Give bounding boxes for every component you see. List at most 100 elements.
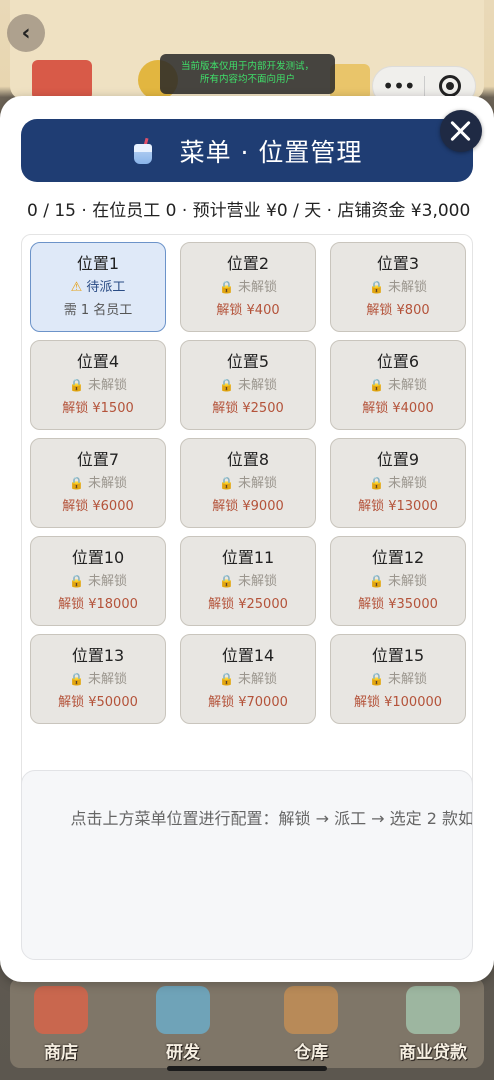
position-slot-11[interactable]: 位置11 🔒 未解锁解锁 ¥25000 bbox=[180, 536, 316, 626]
nav-item-loan[interactable]: 商业贷款 bbox=[388, 978, 478, 1068]
drink-cup-icon bbox=[132, 137, 154, 164]
slot-state-label: 未解锁 bbox=[237, 280, 277, 295]
slot-state-label: 未解锁 bbox=[87, 378, 127, 393]
position-slot-5[interactable]: 位置5 🔒 未解锁 解锁 ¥2500 bbox=[180, 340, 316, 430]
calendar-icon bbox=[32, 60, 92, 100]
slot-name: 位置6 bbox=[376, 352, 420, 371]
slot-state-label: 未解锁 bbox=[87, 672, 127, 687]
lock-icon: 🔒 bbox=[219, 672, 234, 686]
shop-icon bbox=[34, 986, 88, 1034]
slot-unlock-cost: 解锁 ¥4000 bbox=[362, 401, 434, 416]
slot-name: 位置8 bbox=[226, 450, 270, 469]
bottom-nav: 商店 研发 仓库 商业贷款 bbox=[10, 978, 484, 1068]
lock-icon: 🔒 bbox=[369, 476, 384, 490]
slot-name: 位置7 bbox=[76, 450, 120, 469]
slot-unlock-cost: 解锁 ¥2500 bbox=[212, 401, 284, 416]
slot-state: 🔒 未解锁 bbox=[331, 475, 465, 492]
lock-icon: 🔒 bbox=[219, 280, 234, 294]
nav-label: 商店 bbox=[44, 1043, 78, 1063]
close-button[interactable] bbox=[440, 110, 482, 152]
slot-name: 位置14 bbox=[221, 646, 275, 665]
slot-unlock-cost: 解锁 ¥800 bbox=[366, 303, 430, 318]
position-slot-6[interactable]: 位置6 🔒 未解锁解锁 ¥4000 bbox=[330, 340, 466, 430]
dev-notice-line2: 所有内容均不面向用户 bbox=[199, 74, 295, 85]
slot-state: ⚠ 待派工 bbox=[31, 279, 165, 296]
slot-state: 🔒 未解锁 bbox=[31, 377, 165, 394]
hint-text: 点击上方菜单位置进行配置：解锁 → 派工 → 选定 2 款如 bbox=[70, 809, 473, 828]
position-slot-10[interactable]: 位置10 🔒 未解锁 解锁 ¥18000 bbox=[30, 536, 166, 626]
slot-state: 🔒 未解锁 bbox=[181, 671, 315, 688]
slot-unlock-cost: 解锁 ¥18000 bbox=[58, 597, 138, 612]
modal-title: 菜单 · 位置管理 bbox=[179, 137, 363, 167]
position-slot-8[interactable]: 位置8 🔒 未解锁解锁 ¥9000 bbox=[180, 438, 316, 528]
position-grid: 位置1 ⚠ 待派工需 1 名员工 位置2 🔒 未解锁 解锁 ¥400 位置3 🔒 未解锁 解锁 ¥8… bbox=[21, 234, 473, 858]
slot-state-label: 未解锁 bbox=[387, 574, 427, 589]
slot-state: 🔒 未解锁 bbox=[331, 671, 465, 688]
warehouse-boxes-icon bbox=[284, 986, 338, 1034]
slot-name: 位置13 bbox=[71, 646, 125, 665]
slot-state: 🔒 未解锁 bbox=[331, 377, 465, 394]
menu-position-modal: 菜单 · 位置管理 0 / 15 · 在位员工 0 · 预计营业 ¥0 / 天 … bbox=[0, 96, 494, 982]
research-flask-icon bbox=[156, 986, 210, 1034]
position-slot-7[interactable]: 位置7 🔒 未解锁 解锁 ¥6000 bbox=[30, 438, 166, 528]
position-slot-4[interactable]: 位置4 🔒 未解锁 解锁 ¥1500 bbox=[30, 340, 166, 430]
lock-icon: 🔒 bbox=[219, 476, 234, 490]
slot-name: 位置11 bbox=[221, 548, 275, 567]
home-indicator[interactable] bbox=[167, 1066, 327, 1071]
position-slot-1[interactable]: 位置1 ⚠ 待派工需 1 名员工 bbox=[30, 242, 166, 332]
slot-unlock-cost: 解锁 ¥50000 bbox=[58, 695, 138, 710]
slot-name: 位置12 bbox=[371, 548, 425, 567]
slot-state-label: 未解锁 bbox=[237, 672, 277, 687]
nav-item-shop[interactable]: 商店 bbox=[16, 978, 106, 1068]
slot-state: 🔒 未解锁 bbox=[181, 475, 315, 492]
back-button[interactable]: ‹ bbox=[7, 14, 45, 52]
slot-name: 位置1 bbox=[76, 254, 120, 273]
position-slot-14[interactable]: 位置14 🔒 未解锁 解锁 ¥70000 bbox=[180, 634, 316, 724]
position-slot-9[interactable]: 位置9 🔒 未解锁解锁 ¥13000 bbox=[330, 438, 466, 528]
slot-unlock-cost: 解锁 ¥1500 bbox=[62, 401, 134, 416]
position-slot-2[interactable]: 位置2 🔒 未解锁 解锁 ¥400 bbox=[180, 242, 316, 332]
slot-state: 🔒 未解锁 bbox=[31, 573, 165, 590]
lock-icon: 🔒 bbox=[369, 378, 384, 392]
slot-state: 🔒 未解锁 bbox=[181, 279, 315, 296]
lock-icon: 🔒 bbox=[69, 672, 84, 686]
slot-unlock-cost: 解锁 ¥25000 bbox=[208, 597, 288, 612]
position-slot-15[interactable]: 位置15 🔒 未解锁 解锁 ¥100000 bbox=[330, 634, 466, 724]
slot-state-label: 未解锁 bbox=[237, 378, 277, 393]
slot-state-label: 未解锁 bbox=[387, 476, 427, 491]
slot-unlock-cost: 解锁 ¥35000 bbox=[358, 597, 438, 612]
slot-state-label: 未解锁 bbox=[387, 378, 427, 393]
warning-icon: ⚠ bbox=[70, 280, 83, 295]
slot-unlock-cost: 解锁 ¥9000 bbox=[212, 499, 284, 514]
nav-item-research[interactable]: 研发 bbox=[138, 978, 228, 1068]
back-arrow-icon: ‹ bbox=[21, 20, 31, 46]
slot-name: 位置5 bbox=[226, 352, 270, 371]
position-slot-13[interactable]: 位置13 🔒 未解锁解锁 ¥50000 bbox=[30, 634, 166, 724]
position-slot-3[interactable]: 位置3 🔒 未解锁 解锁 ¥800 bbox=[330, 242, 466, 332]
slot-name: 位置2 bbox=[226, 254, 270, 273]
more-icon[interactable]: ••• bbox=[373, 76, 424, 96]
nav-label: 仓库 bbox=[294, 1043, 328, 1063]
slot-state: 🔒 未解锁 bbox=[181, 573, 315, 590]
lock-icon: 🔒 bbox=[69, 476, 84, 490]
trophy-icon bbox=[330, 64, 370, 100]
slot-unlock-cost: 解锁 ¥13000 bbox=[358, 499, 438, 514]
slot-staff-requirement: 需 1 名员工 bbox=[63, 303, 133, 318]
slot-state-label: 未解锁 bbox=[387, 280, 427, 295]
nav-label: 商业贷款 bbox=[399, 1043, 467, 1063]
slot-state-label: 未解锁 bbox=[387, 672, 427, 687]
lock-icon: 🔒 bbox=[369, 672, 384, 686]
position-slot-12[interactable]: 位置12 🔒 未解锁解锁 ¥35000 bbox=[330, 536, 466, 626]
handshake-loan-icon bbox=[406, 986, 460, 1034]
nav-item-warehouse[interactable]: 仓库 bbox=[266, 978, 356, 1068]
slot-unlock-cost: 解锁 ¥100000 bbox=[353, 695, 443, 710]
exit-button[interactable] bbox=[425, 75, 475, 97]
lock-icon: 🔒 bbox=[369, 574, 384, 588]
slot-name: 位置9 bbox=[376, 450, 420, 469]
config-panel: 点击上方菜单位置进行配置：解锁 → 派工 → 选定 2 款如 bbox=[21, 770, 473, 960]
nav-label: 研发 bbox=[166, 1043, 200, 1063]
dev-notice-line1: 当前版本仅用于内部开发测试， bbox=[180, 61, 314, 72]
close-icon bbox=[449, 119, 473, 143]
lock-icon: 🔒 bbox=[69, 574, 84, 588]
slot-state: 🔒 未解锁 bbox=[31, 475, 165, 492]
